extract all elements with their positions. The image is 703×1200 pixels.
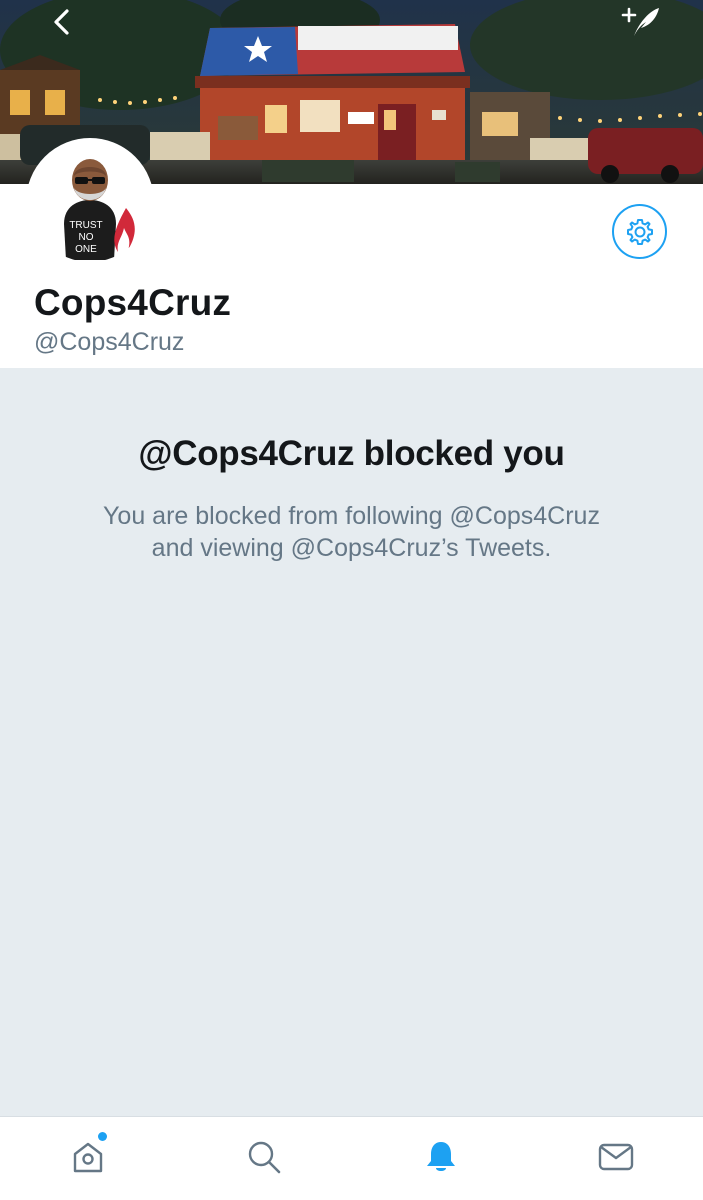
avatar-caption-line3: ONE <box>75 244 97 255</box>
avatar[interactable]: TRUST NO ONE <box>26 138 154 266</box>
handle: @Cops4Cruz <box>34 328 185 356</box>
chevron-left-icon <box>54 9 69 35</box>
settings-button[interactable] <box>612 204 667 259</box>
tab-search[interactable] <box>244 1137 284 1177</box>
blocked-message: You are blocked from following @Cops4Cru… <box>50 500 653 564</box>
search-icon <box>248 1141 281 1174</box>
avatar-caption-line1: TRUST <box>69 220 102 231</box>
blocked-panel <box>0 368 703 1116</box>
notifications-icon <box>427 1142 455 1171</box>
back-button[interactable] <box>42 6 82 38</box>
tab-home[interactable] <box>68 1137 108 1177</box>
avatar-image: TRUST NO ONE <box>30 142 150 262</box>
home-notification-dot <box>98 1132 107 1141</box>
tab-messages[interactable] <box>596 1137 636 1177</box>
compose-tweet-icon <box>621 7 659 36</box>
compose-tweet-button[interactable] <box>619 4 663 40</box>
home-icon <box>73 1142 103 1173</box>
display-name: Cops4Cruz <box>34 282 232 323</box>
blocked-message-line2: and viewing @Cops4Cruz’s Tweets. <box>151 534 552 562</box>
tab-notifications[interactable] <box>421 1137 461 1177</box>
avatar-caption-line2: NO <box>79 232 94 243</box>
blocked-title: @Cops4Cruz blocked you <box>138 434 565 473</box>
gear-icon <box>626 218 653 245</box>
messages-icon <box>598 1143 634 1171</box>
blocked-message-line1: You are blocked from following @Cops4Cru… <box>103 502 600 530</box>
tab-bar <box>0 1116 703 1200</box>
